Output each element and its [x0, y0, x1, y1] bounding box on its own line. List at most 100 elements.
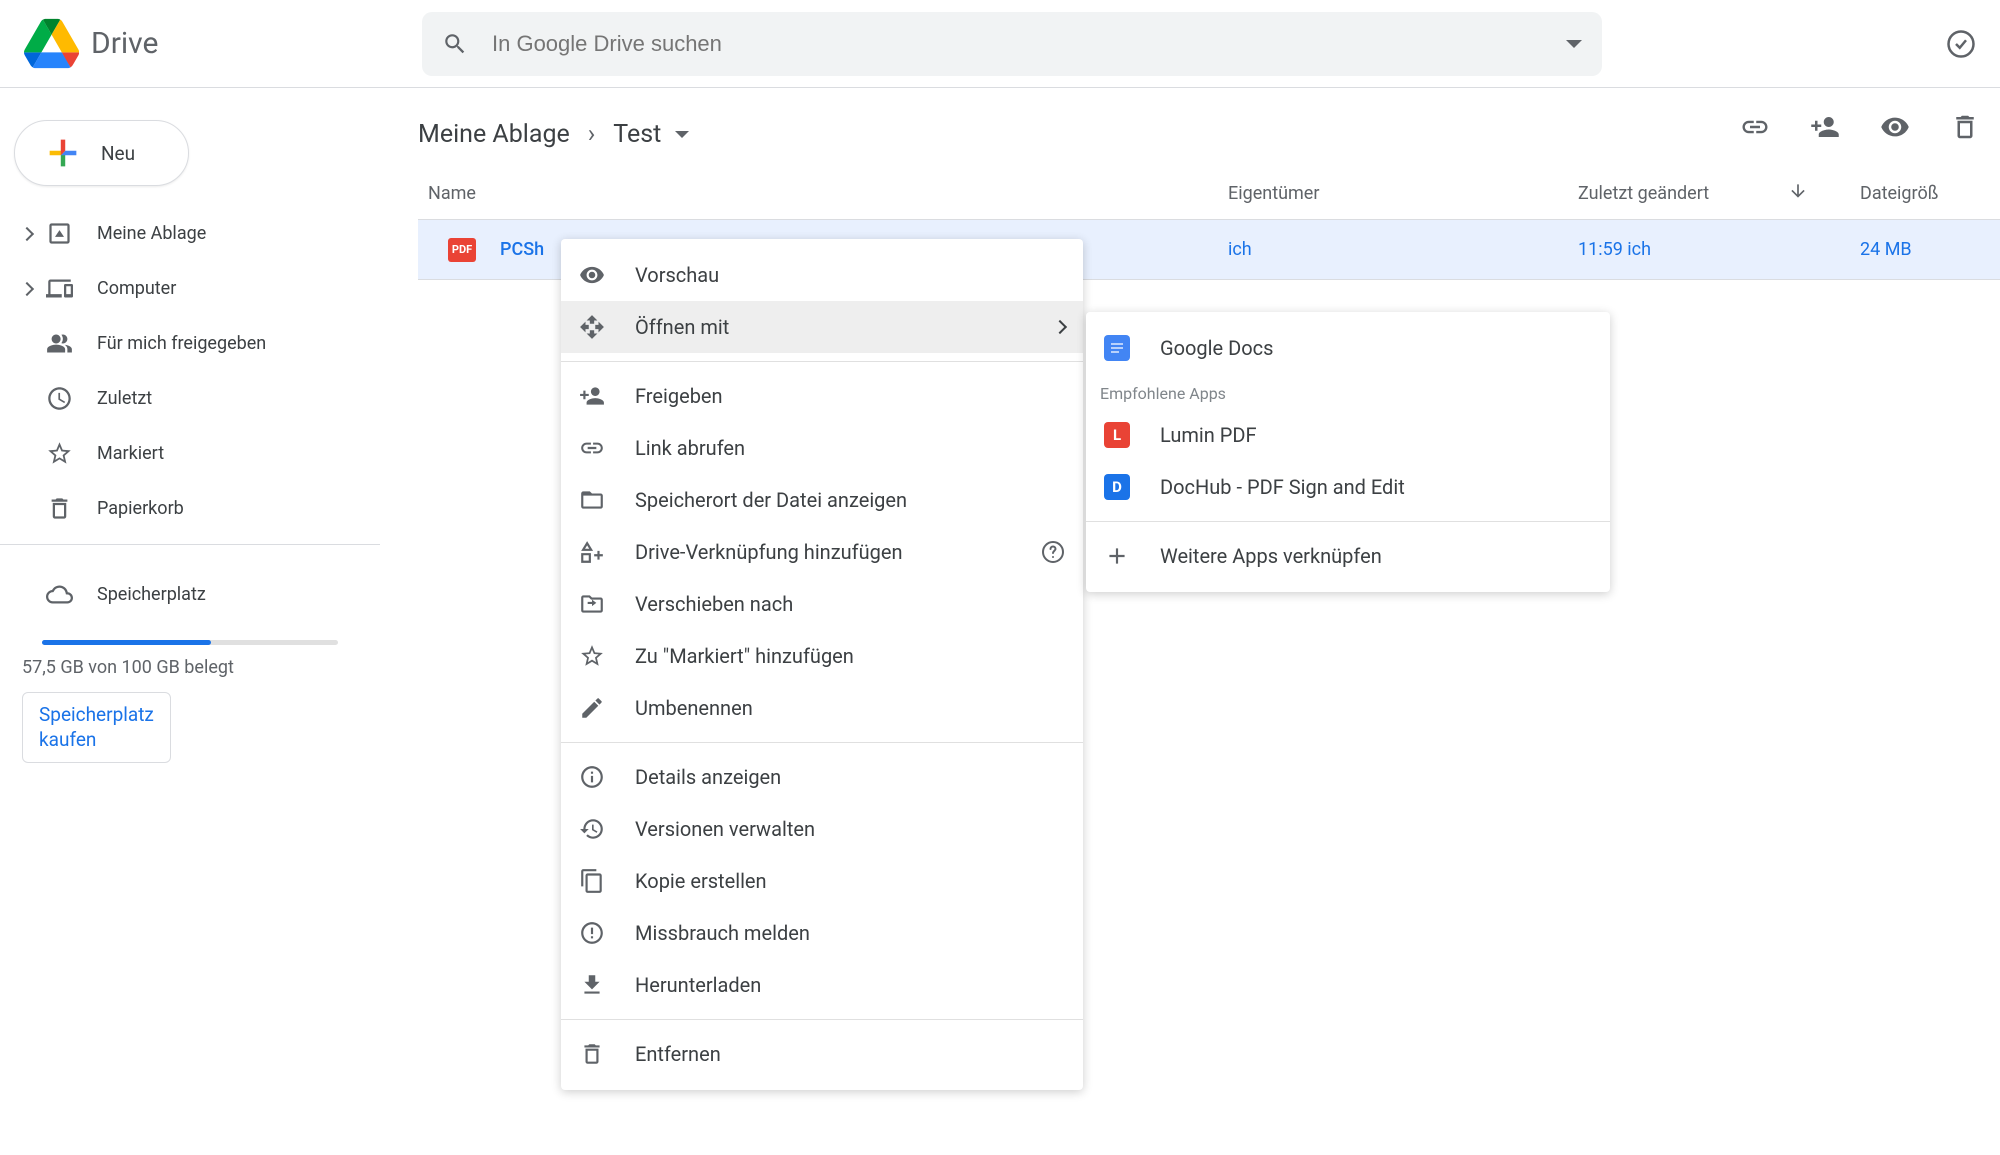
ready-offline-icon[interactable] — [1946, 29, 1976, 59]
copy-icon — [579, 868, 605, 894]
menu-remove[interactable]: Entfernen — [561, 1028, 1083, 1080]
sidebar-item-trash[interactable]: Papierkorb — [0, 481, 380, 536]
my-drive-icon — [46, 220, 73, 247]
open-with-icon — [579, 314, 605, 340]
chevron-right-icon: › — [588, 120, 596, 149]
submenu-more-apps[interactable]: Weitere Apps verknüpfen — [1086, 530, 1610, 582]
menu-report-abuse[interactable]: Missbrauch melden — [561, 907, 1083, 959]
breadcrumb-dropdown-icon[interactable] — [675, 131, 689, 138]
app-header: Drive — [0, 0, 2000, 88]
lumin-pdf-icon: L — [1104, 422, 1130, 448]
info-icon — [579, 764, 605, 790]
history-icon — [579, 816, 605, 842]
menu-add-shortcut[interactable]: Drive-Verknüpfung hinzufügen — [561, 526, 1083, 578]
breadcrumb-root[interactable]: Meine Ablage — [418, 120, 570, 149]
new-button-label: Neu — [101, 142, 135, 165]
divider — [1086, 521, 1610, 522]
menu-show-location[interactable]: Speicherort der Datei anzeigen — [561, 474, 1083, 526]
folder-icon — [579, 487, 605, 513]
context-menu: Vorschau Öffnen mit Freigeben Link abruf… — [561, 239, 1083, 1090]
add-person-icon[interactable] — [1810, 112, 1840, 142]
column-modified[interactable]: Zuletzt geändert — [1578, 183, 1788, 204]
menu-rename[interactable]: Umbenennen — [561, 682, 1083, 734]
sort-arrow-down-icon[interactable] — [1788, 181, 1820, 206]
nav-label: Markiert — [97, 443, 164, 464]
divider — [561, 361, 1083, 362]
nav-label: Zuletzt — [97, 388, 152, 409]
menu-preview[interactable]: Vorschau — [561, 249, 1083, 301]
chevron-right-icon — [1053, 320, 1067, 334]
cell-size: 24 MB — [1820, 239, 2000, 260]
storage-section: Speicherplatz 57,5 GB von 100 GB belegt … — [0, 553, 380, 763]
menu-versions[interactable]: Versionen verwalten — [561, 803, 1083, 855]
sidebar-item-computers[interactable]: Computer — [0, 261, 380, 316]
nav-label: Papierkorb — [97, 498, 184, 519]
search-icon — [442, 31, 468, 57]
submenu-recommended-header: Empfohlene Apps — [1086, 374, 1610, 409]
cloud-icon — [46, 581, 73, 608]
star-icon — [46, 440, 73, 467]
help-icon[interactable] — [1041, 540, 1065, 564]
submenu-dochub[interactable]: D DocHub - PDF Sign and Edit — [1086, 461, 1610, 513]
dochub-icon: D — [1104, 474, 1130, 500]
logo-area[interactable]: Drive — [24, 16, 362, 71]
submenu-lumin-pdf[interactable]: L Lumin PDF — [1086, 409, 1610, 461]
shortcut-icon — [579, 539, 605, 565]
search-input[interactable] — [492, 31, 1550, 57]
delete-icon[interactable] — [1950, 112, 1980, 142]
pdf-file-icon: PDF — [448, 238, 476, 262]
menu-get-link[interactable]: Link abrufen — [561, 422, 1083, 474]
app-title: Drive — [91, 26, 158, 61]
trash-icon — [46, 495, 73, 522]
divider — [561, 1019, 1083, 1020]
star-icon — [579, 643, 605, 669]
expand-caret-icon — [20, 226, 34, 240]
person-add-icon — [579, 383, 605, 409]
storage-progress-fill — [42, 640, 211, 645]
menu-download[interactable]: Herunterladen — [561, 959, 1083, 1011]
download-icon — [579, 972, 605, 998]
storage-label: Speicherplatz — [97, 584, 206, 605]
menu-share[interactable]: Freigeben — [561, 370, 1083, 422]
column-name[interactable]: Name — [418, 183, 1228, 204]
menu-open-with[interactable]: Öffnen mit — [561, 301, 1083, 353]
nav-label: Für mich freigegeben — [97, 333, 266, 354]
column-size[interactable]: Dateigröß — [1820, 183, 2000, 204]
link-icon — [579, 435, 605, 461]
drive-logo-icon — [24, 16, 79, 71]
sidebar: Neu Meine Ablage Computer Für mich freig… — [0, 108, 380, 763]
move-icon — [579, 591, 605, 617]
storage-usage-text: 57,5 GB von 100 GB belegt — [22, 657, 358, 678]
preview-icon[interactable] — [1880, 112, 1910, 142]
clock-icon — [46, 385, 73, 412]
menu-add-starred[interactable]: Zu "Markiert" hinzufügen — [561, 630, 1083, 682]
menu-details[interactable]: Details anzeigen — [561, 751, 1083, 803]
eye-icon — [579, 262, 605, 288]
column-owner[interactable]: Eigentümer — [1228, 183, 1578, 204]
pencil-icon — [579, 695, 605, 721]
header-actions — [1946, 29, 1976, 59]
cell-owner: ich — [1228, 239, 1578, 260]
sidebar-item-storage[interactable]: Speicherplatz — [22, 567, 358, 622]
sidebar-item-recent[interactable]: Zuletzt — [0, 371, 380, 426]
sidebar-item-shared[interactable]: Für mich freigegeben — [0, 316, 380, 371]
buy-storage-button[interactable]: Speicherplatz kaufen — [22, 692, 171, 763]
submenu-google-docs[interactable]: Google Docs — [1086, 322, 1610, 374]
toolbar — [1740, 112, 1980, 142]
breadcrumb-current[interactable]: Test — [613, 120, 661, 149]
link-icon[interactable] — [1740, 112, 1770, 142]
divider — [561, 742, 1083, 743]
storage-progress — [42, 640, 338, 645]
new-button[interactable]: Neu — [14, 120, 189, 186]
menu-move-to[interactable]: Verschieben nach — [561, 578, 1083, 630]
nav-label: Computer — [97, 278, 176, 299]
search-bar[interactable] — [422, 12, 1602, 76]
file-name: PCSh — [500, 239, 544, 260]
report-icon — [579, 920, 605, 946]
trash-icon — [579, 1041, 605, 1067]
sidebar-item-my-drive[interactable]: Meine Ablage — [0, 206, 380, 261]
sidebar-item-starred[interactable]: Markiert — [0, 426, 380, 481]
search-options-dropdown-icon[interactable] — [1566, 40, 1582, 48]
expand-caret-icon — [20, 281, 34, 295]
menu-make-copy[interactable]: Kopie erstellen — [561, 855, 1083, 907]
